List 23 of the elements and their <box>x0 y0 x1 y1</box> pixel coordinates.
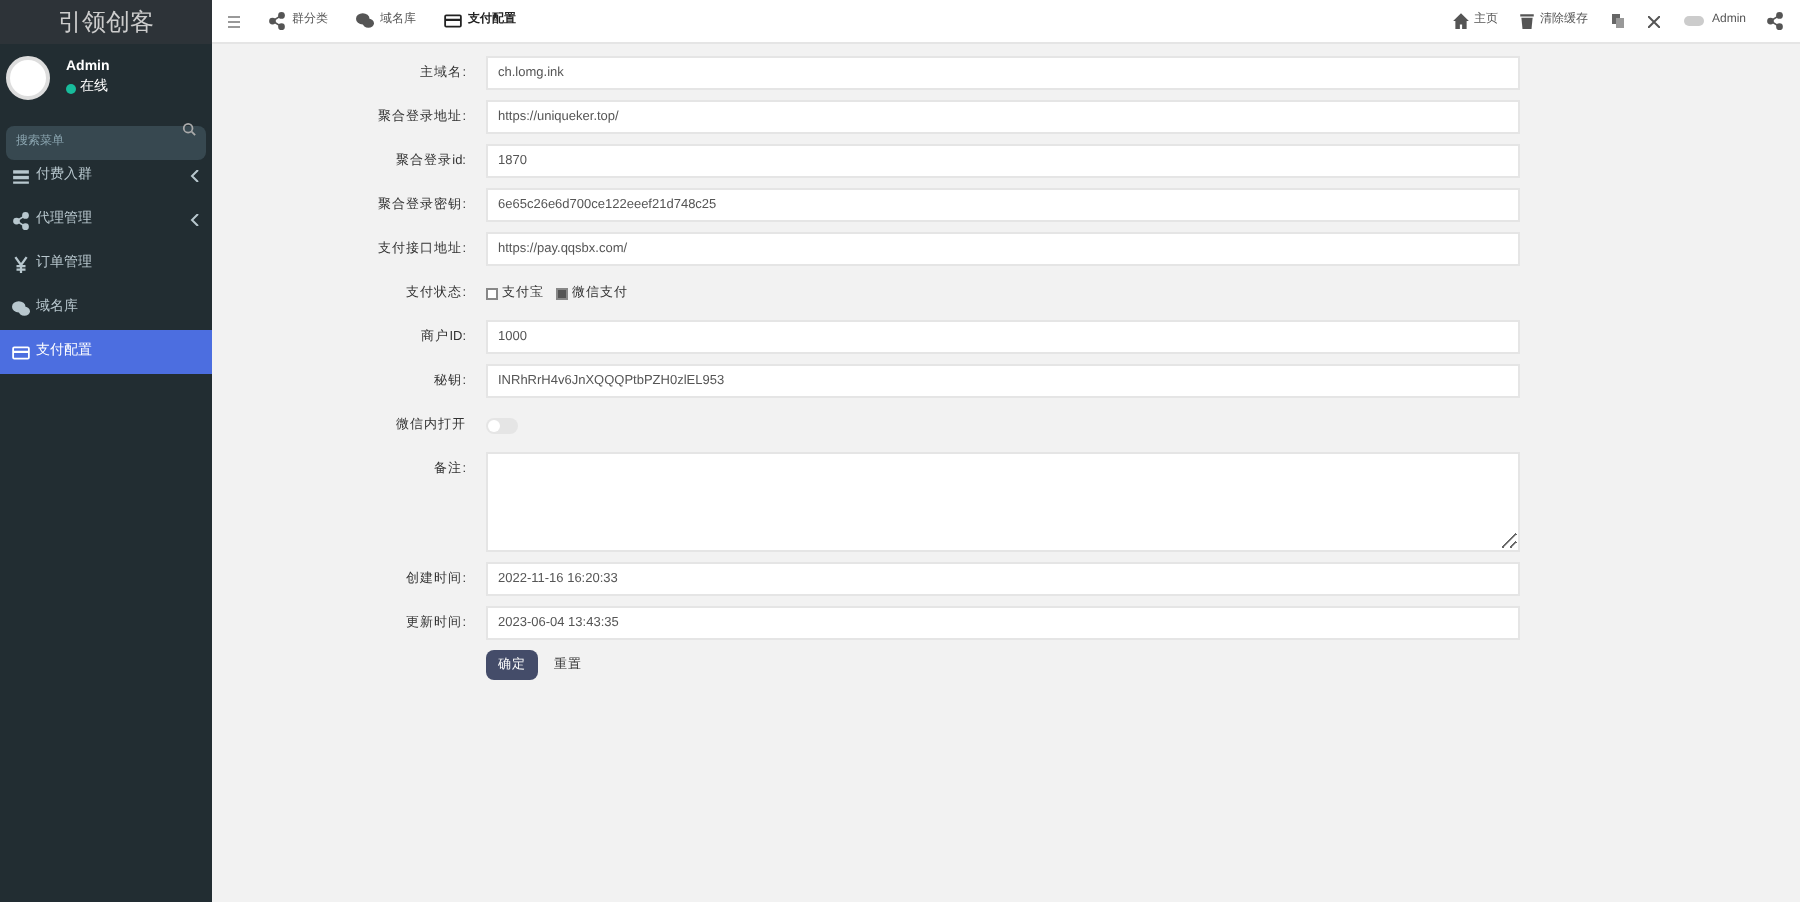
checkbox[interactable] <box>486 287 498 299</box>
card-icon <box>12 343 30 361</box>
chat-icon <box>356 12 374 30</box>
user-avatar <box>1683 16 1704 26</box>
share-icon <box>1766 12 1784 30</box>
trash-icon <box>1517 12 1536 30</box>
search-icon <box>182 122 196 136</box>
toggle-switch[interactable] <box>486 417 518 433</box>
chat-icon <box>12 299 30 317</box>
home-icon <box>1451 12 1470 30</box>
checkbox[interactable] <box>556 287 568 299</box>
share-icon <box>12 211 30 229</box>
menu-icon[interactable] <box>228 15 240 27</box>
chevron-icon <box>190 214 200 226</box>
document-icon[interactable] <box>1611 14 1624 28</box>
chevron-icon <box>190 170 200 182</box>
brand-title: 引领创客 <box>0 0 212 44</box>
remark-field[interactable] <box>486 452 1520 552</box>
list-icon <box>12 167 30 185</box>
yen-icon <box>12 255 30 273</box>
share-icon <box>268 12 286 30</box>
card-icon <box>444 12 462 30</box>
avatar <box>6 56 50 100</box>
